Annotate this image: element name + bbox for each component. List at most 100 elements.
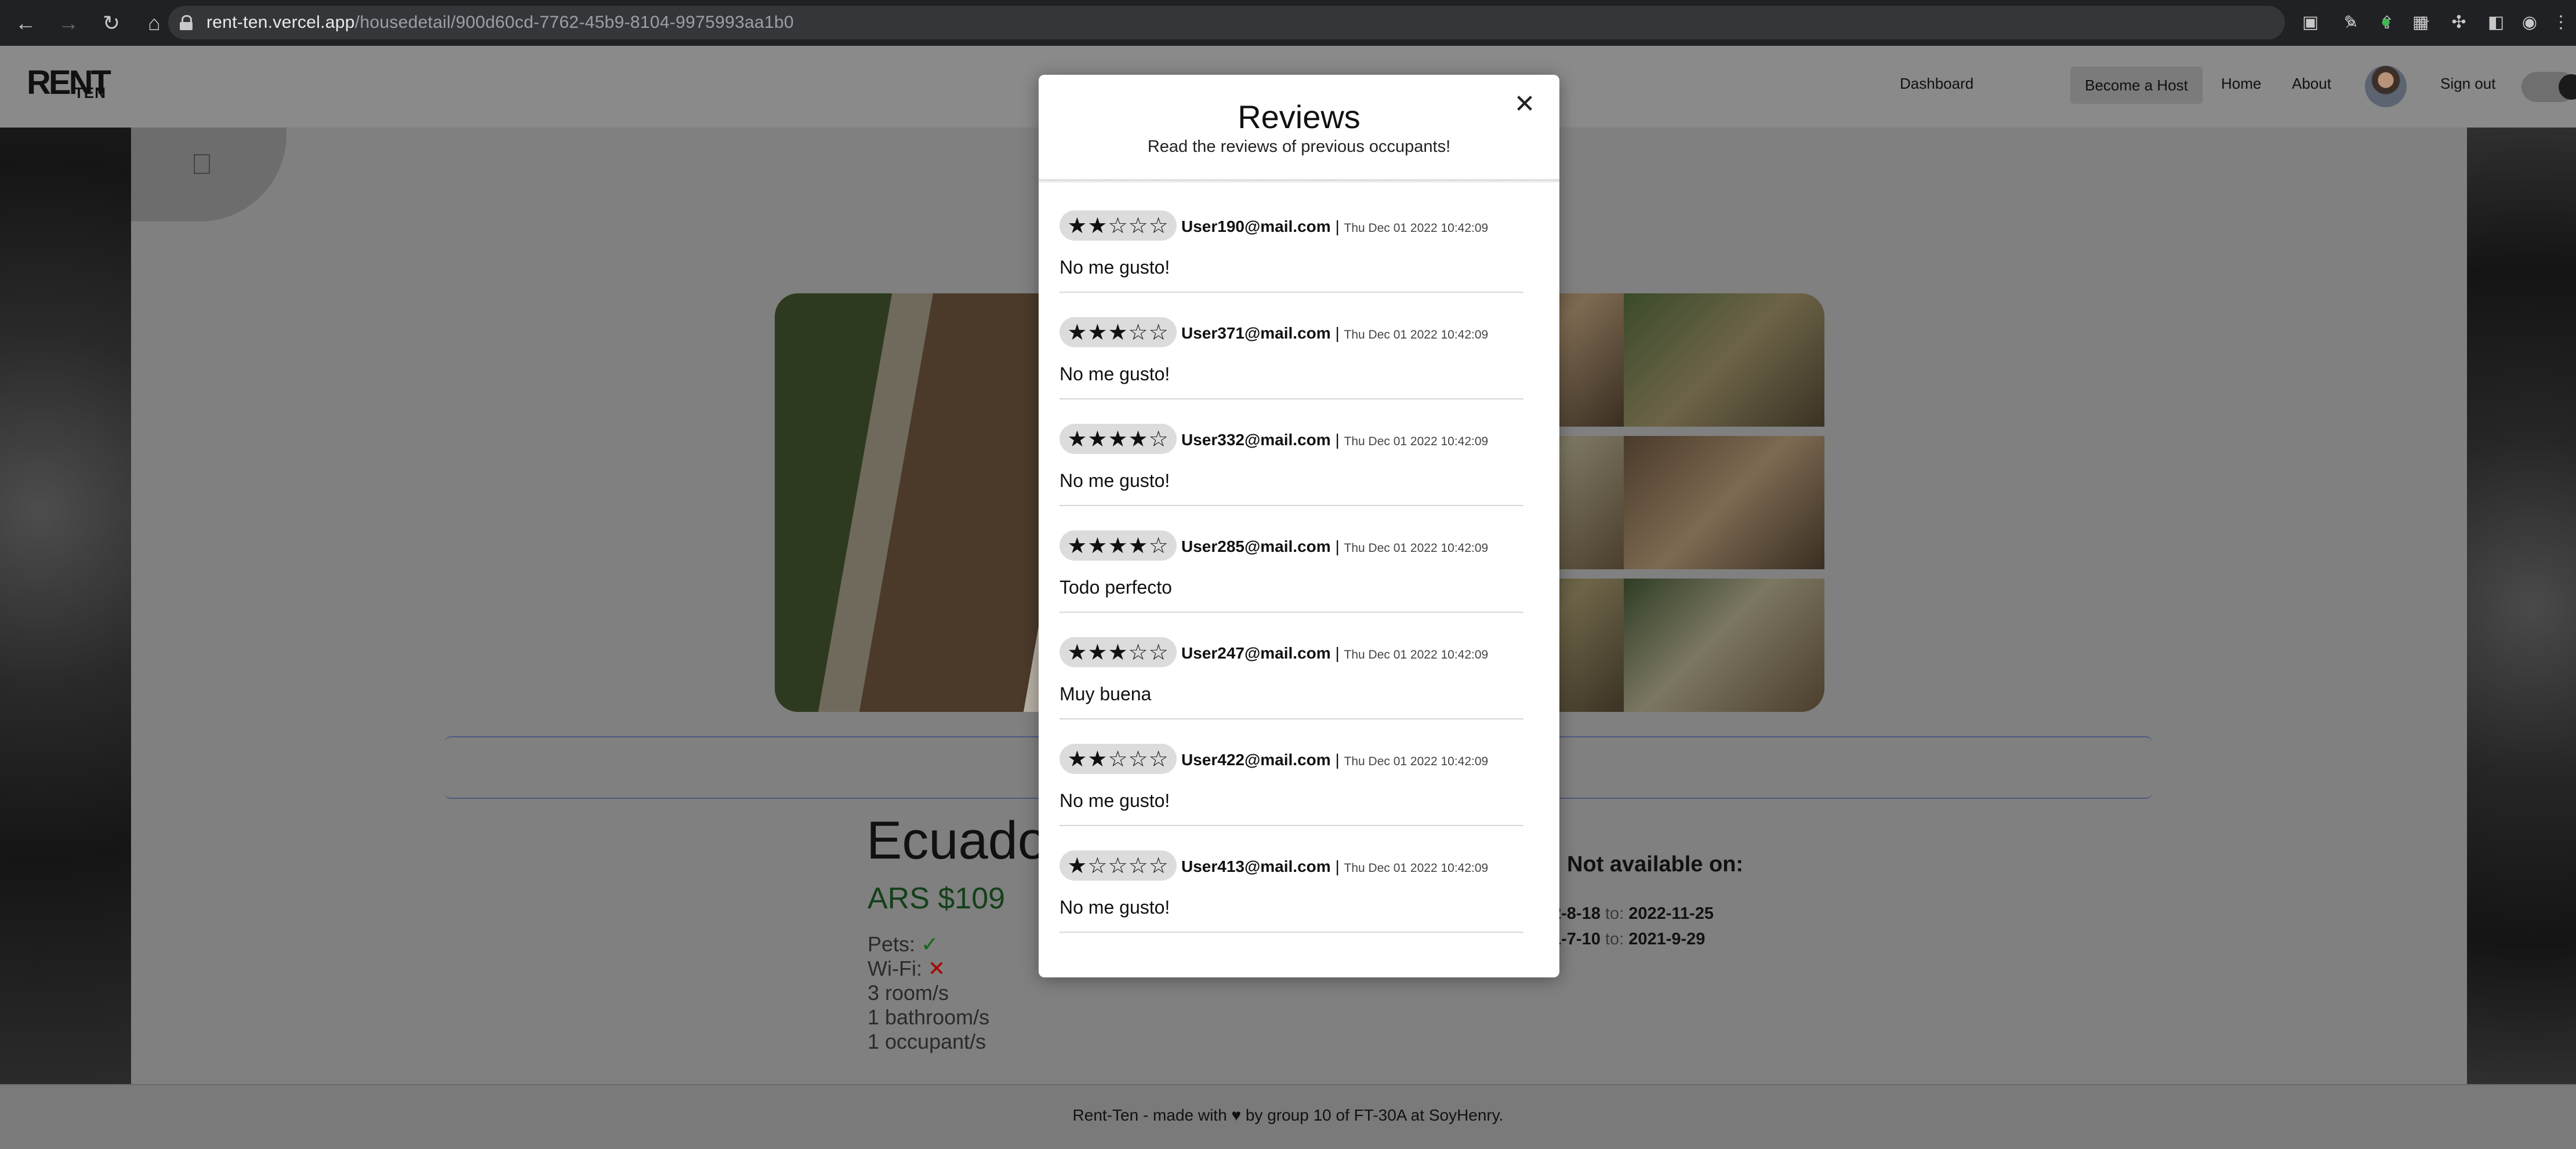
review-comment: No me gusto!	[1060, 363, 1170, 384]
site-logo[interactable]: RENT TEN	[27, 63, 114, 110]
gallery-thumb[interactable]	[1624, 436, 1824, 569]
review-date: Thu Dec 01 2022 10:42:09	[1344, 755, 1489, 768]
gallery-thumb[interactable]	[1624, 293, 1824, 427]
review-author: User422@mail.com | Thu Dec 01 2022 10:42…	[1181, 751, 1489, 769]
background-image-right	[2467, 128, 2576, 1084]
review-item: ★★☆☆☆ User190@mail.com | Thu Dec 01 2022…	[1060, 185, 1523, 293]
review-item: ★★☆☆☆ User422@mail.com | Thu Dec 01 2022…	[1060, 718, 1523, 826]
menu-dots-icon[interactable]: ⋮	[2547, 8, 2575, 36]
star-rating: ★☆☆☆☆	[1060, 850, 1177, 881]
user-avatar[interactable]	[2365, 66, 2407, 107]
evernote-extension-icon[interactable]: ●	[2372, 8, 2400, 36]
range-to-label: to:	[1605, 930, 1624, 948]
sidebar-icon[interactable]: ◧	[2482, 8, 2510, 36]
reviews-modal: ✕ Reviews Read the reviews of previous o…	[1039, 75, 1559, 977]
wifi-label: Wi-Fi:	[868, 957, 922, 980]
background-image-left	[0, 128, 131, 1084]
review-author: User332@mail.com | Thu Dec 01 2022 10:42…	[1181, 431, 1489, 449]
cross-icon: ✕	[927, 957, 946, 980]
range-to-label: to:	[1605, 904, 1624, 923]
range-to: 2021-9-29	[1628, 930, 1706, 948]
modal-title: Reviews	[1238, 99, 1360, 135]
review-author: User371@mail.com | Thu Dec 01 2022 10:42…	[1181, 324, 1489, 342]
home-icon[interactable]: ⌂	[137, 6, 172, 41]
become-host-button[interactable]: Become a Host	[2070, 67, 2203, 104]
star-rating: ★★★☆☆	[1060, 637, 1177, 667]
star-rating: ★★☆☆☆	[1060, 210, 1177, 241]
pets-label: Pets:	[868, 932, 916, 956]
bathrooms-feature: 1 bathroom/s	[868, 1005, 990, 1029]
house-title: Ecuado	[866, 811, 1048, 870]
nav-home-link[interactable]: Home	[2221, 75, 2261, 93]
review-author: User247@mail.com | Thu Dec 01 2022 10:42…	[1181, 644, 1489, 662]
house-price: ARS $109	[868, 882, 1006, 915]
address-bar[interactable]: rent-ten.vercel.app/housedetail/900d60cd…	[168, 6, 2430, 39]
unavailable-range: 1-7-10 to: 2021-9-29	[1552, 930, 1705, 949]
star-rating: ★★☆☆☆	[1060, 744, 1177, 774]
review-user: User247@mail.com	[1181, 644, 1331, 662]
back-arrow-icon[interactable]: ←	[8, 6, 43, 41]
reload-icon[interactable]: ↻	[94, 6, 129, 41]
review-comment: No me gusto!	[1060, 897, 1170, 918]
review-item: ★★★☆☆ User371@mail.com | Thu Dec 01 2022…	[1060, 292, 1523, 399]
url-path: /housedetail/900d60cd-7762-45b9-8104-997…	[354, 13, 794, 32]
site-footer: Rent-Ten - made with ♥ by group 10 of FT…	[0, 1084, 2576, 1149]
translate-extension-icon[interactable]: ▣	[2296, 8, 2324, 36]
browser-toolbar: ← → ↻ ⌂ rent-ten.vercel.app/housedetail/…	[0, 0, 2576, 46]
review-date: Thu Dec 01 2022 10:42:09	[1344, 861, 1489, 875]
footer-text-before: Rent-Ten - made with	[1072, 1106, 1227, 1124]
sign-out-link[interactable]: Sign out	[2440, 75, 2495, 93]
review-author: User413@mail.com | Thu Dec 01 2022 10:42…	[1181, 857, 1489, 875]
nav-about-link[interactable]: About	[2292, 75, 2331, 93]
lock-icon	[180, 15, 193, 30]
review-user: User371@mail.com	[1181, 324, 1331, 342]
review-user: User285@mail.com	[1181, 537, 1331, 555]
grid-extension-icon[interactable]: ▦	[2407, 8, 2434, 36]
pen-extension-icon[interactable]: ✎	[2337, 8, 2365, 36]
review-author: User190@mail.com | Thu Dec 01 2022 10:42…	[1181, 217, 1489, 235]
rooms-feature: 3 room/s	[868, 981, 949, 1005]
star-rating: ★★★★☆	[1060, 424, 1177, 454]
review-user: User332@mail.com	[1181, 431, 1331, 449]
review-date: Thu Dec 01 2022 10:42:09	[1344, 648, 1489, 661]
gallery-thumb[interactable]	[1624, 579, 1824, 712]
modal-subtitle: Read the reviews of previous occupants!	[1147, 137, 1451, 156]
heart-icon: ♥	[1231, 1106, 1242, 1124]
review-author: User285@mail.com | Thu Dec 01 2022 10:42…	[1181, 537, 1489, 555]
forward-arrow-icon[interactable]: →	[51, 6, 86, 41]
review-comment: Todo perfecto	[1060, 577, 1172, 598]
review-user: User190@mail.com	[1181, 217, 1331, 235]
not-available-title: Not available on:	[1567, 852, 1744, 877]
profile-avatar-icon[interactable]: ◉	[2516, 8, 2544, 36]
wifi-feature: Wi-Fi: ✕	[868, 957, 945, 981]
review-date: Thu Dec 01 2022 10:42:09	[1344, 328, 1489, 341]
review-user: User422@mail.com	[1181, 751, 1331, 769]
review-comment: No me gusto!	[1060, 470, 1170, 491]
review-item: ★★★☆☆ User247@mail.com | Thu Dec 01 2022…	[1060, 612, 1523, 719]
review-date: Thu Dec 01 2022 10:42:09	[1344, 541, 1489, 555]
logo-sub-text: TEN	[74, 84, 106, 101]
review-comment: No me gusto!	[1060, 790, 1170, 811]
review-item: ★☆☆☆☆ User413@mail.com | Thu Dec 01 2022…	[1060, 825, 1523, 933]
nav-dashboard-link[interactable]: Dashboard	[1900, 75, 1973, 93]
url-host: rent-ten.vercel.app	[206, 13, 355, 32]
puzzle-extensions-icon[interactable]: ✣	[2445, 8, 2473, 36]
footer-text-after: by group 10 of FT-30A at SoyHenry.	[1245, 1106, 1504, 1124]
review-comment: No me gusto!	[1060, 257, 1170, 278]
check-icon: ✓	[921, 932, 939, 956]
occupants-feature: 1 occupant/s	[868, 1030, 986, 1053]
modal-divider	[1039, 179, 1559, 183]
theme-toggle[interactable]	[2521, 72, 2576, 102]
url-text: rent-ten.vercel.app/housedetail/900d60cd…	[206, 13, 794, 32]
review-user: User413@mail.com	[1181, 857, 1331, 875]
star-rating: ★★★★☆	[1060, 530, 1177, 561]
review-item: ★★★★☆ User332@mail.com | Thu Dec 01 2022…	[1060, 398, 1523, 506]
range-to: 2022-11-25	[1628, 904, 1714, 923]
unavailable-range: 2-8-18 to: 2022-11-25	[1552, 904, 1714, 923]
pets-feature: Pets: ✓	[868, 932, 938, 957]
review-item: ★★★★☆ User285@mail.com | Thu Dec 01 2022…	[1060, 505, 1523, 613]
footer-text: Rent-Ten - made with ♥ by group 10 of FT…	[0, 1106, 2576, 1125]
review-date: Thu Dec 01 2022 10:42:09	[1344, 221, 1489, 235]
back-button[interactable]	[131, 128, 286, 221]
review-date: Thu Dec 01 2022 10:42:09	[1344, 435, 1489, 448]
